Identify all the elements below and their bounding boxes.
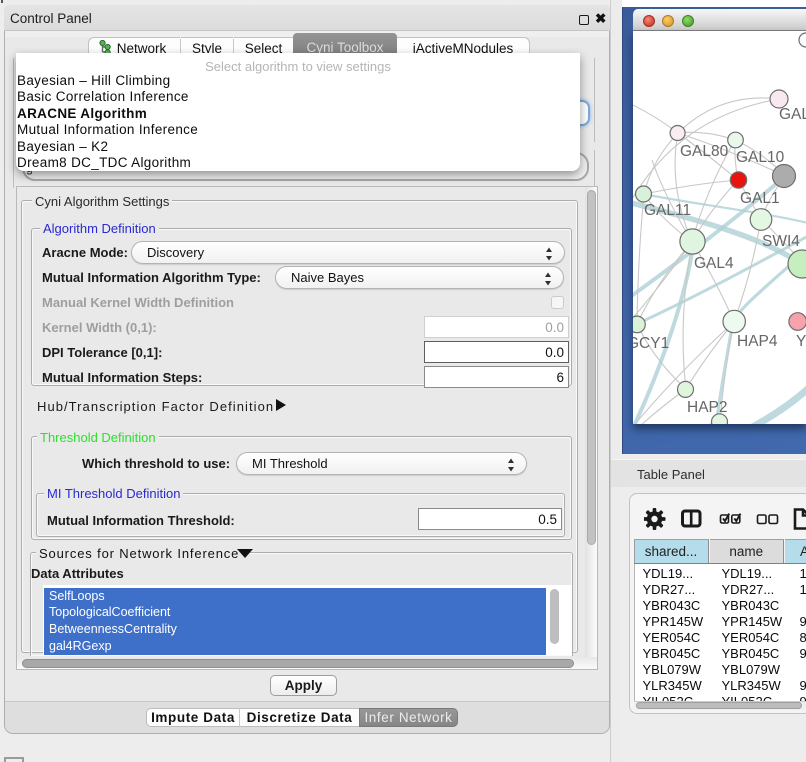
svg-text:GAL: GAL	[779, 106, 806, 123]
svg-text:HAP4: HAP4	[737, 333, 778, 350]
svg-text:GAL1: GAL1	[740, 190, 780, 207]
svg-text:SWI4: SWI4	[762, 233, 800, 250]
svg-text:GAL11: GAL11	[644, 202, 691, 219]
svg-text:HAP2: HAP2	[687, 399, 728, 416]
svg-text:GAL4: GAL4	[694, 255, 734, 272]
svg-text:Y: Y	[796, 333, 806, 350]
svg-text:GAL80: GAL80	[680, 143, 729, 160]
svg-text:GCY1: GCY1	[633, 335, 669, 352]
svg-text:GAL10: GAL10	[736, 149, 785, 166]
